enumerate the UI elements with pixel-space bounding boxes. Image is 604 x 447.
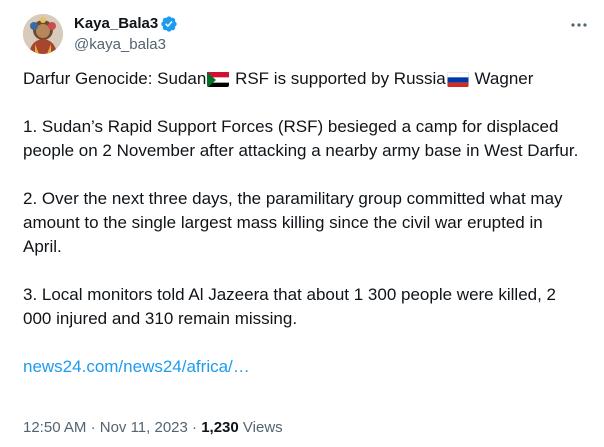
tweet-header: Kaya_Bala3 @kaya_bala3 — [23, 14, 589, 54]
author-handle[interactable]: @kaya_bala3 — [74, 35, 178, 55]
display-name-row: Kaya_Bala3 — [74, 14, 178, 34]
tweet-headline: Darfur Genocide: Sudan RSF is supported … — [23, 67, 583, 91]
headline-part-2: RSF is supported by Russia — [230, 69, 446, 88]
verified-badge-icon[interactable] — [160, 15, 178, 33]
tweet-date[interactable]: Nov 11, 2023 — [100, 419, 188, 436]
tweet-card: Kaya_Bala3 @kaya_bala3 Darfur Genocide: … — [0, 0, 604, 447]
meta-separator: · — [90, 419, 96, 436]
tweet-text: Darfur Genocide: Sudan RSF is supported … — [23, 67, 583, 379]
article-link[interactable]: news24.com/news24/africa/… — [23, 357, 250, 376]
tweet-paragraph-1: 1. Sudan’s Rapid Support Forces (RSF) be… — [23, 117, 579, 160]
tweet-link-paragraph: news24.com/news24/africa/… — [23, 355, 583, 379]
meta-separator: · — [192, 419, 198, 436]
headline-part-3: Wagner — [469, 69, 534, 88]
tweet-meta: 12:50 AM · Nov 11, 2023 · 1,230 Views — [23, 418, 283, 438]
headline-part-1: Darfur Genocide: Sudan — [23, 69, 207, 88]
tweet-time[interactable]: 12:50 AM — [23, 419, 86, 436]
display-name[interactable]: Kaya_Bala3 — [74, 14, 158, 34]
more-options-icon[interactable] — [569, 18, 589, 30]
views-count: 1,230 — [201, 419, 239, 436]
tweet-paragraph-2: 2. Over the next three days, the paramil… — [23, 189, 563, 256]
views-label: Views — [242, 419, 283, 436]
tweet-paragraph-3: 3. Local monitors told Al Jazeera that a… — [23, 285, 557, 328]
avatar[interactable] — [23, 14, 63, 54]
author-names: Kaya_Bala3 @kaya_bala3 — [74, 14, 178, 55]
sudan-flag-icon — [207, 71, 230, 87]
russia-flag-icon — [446, 71, 469, 87]
